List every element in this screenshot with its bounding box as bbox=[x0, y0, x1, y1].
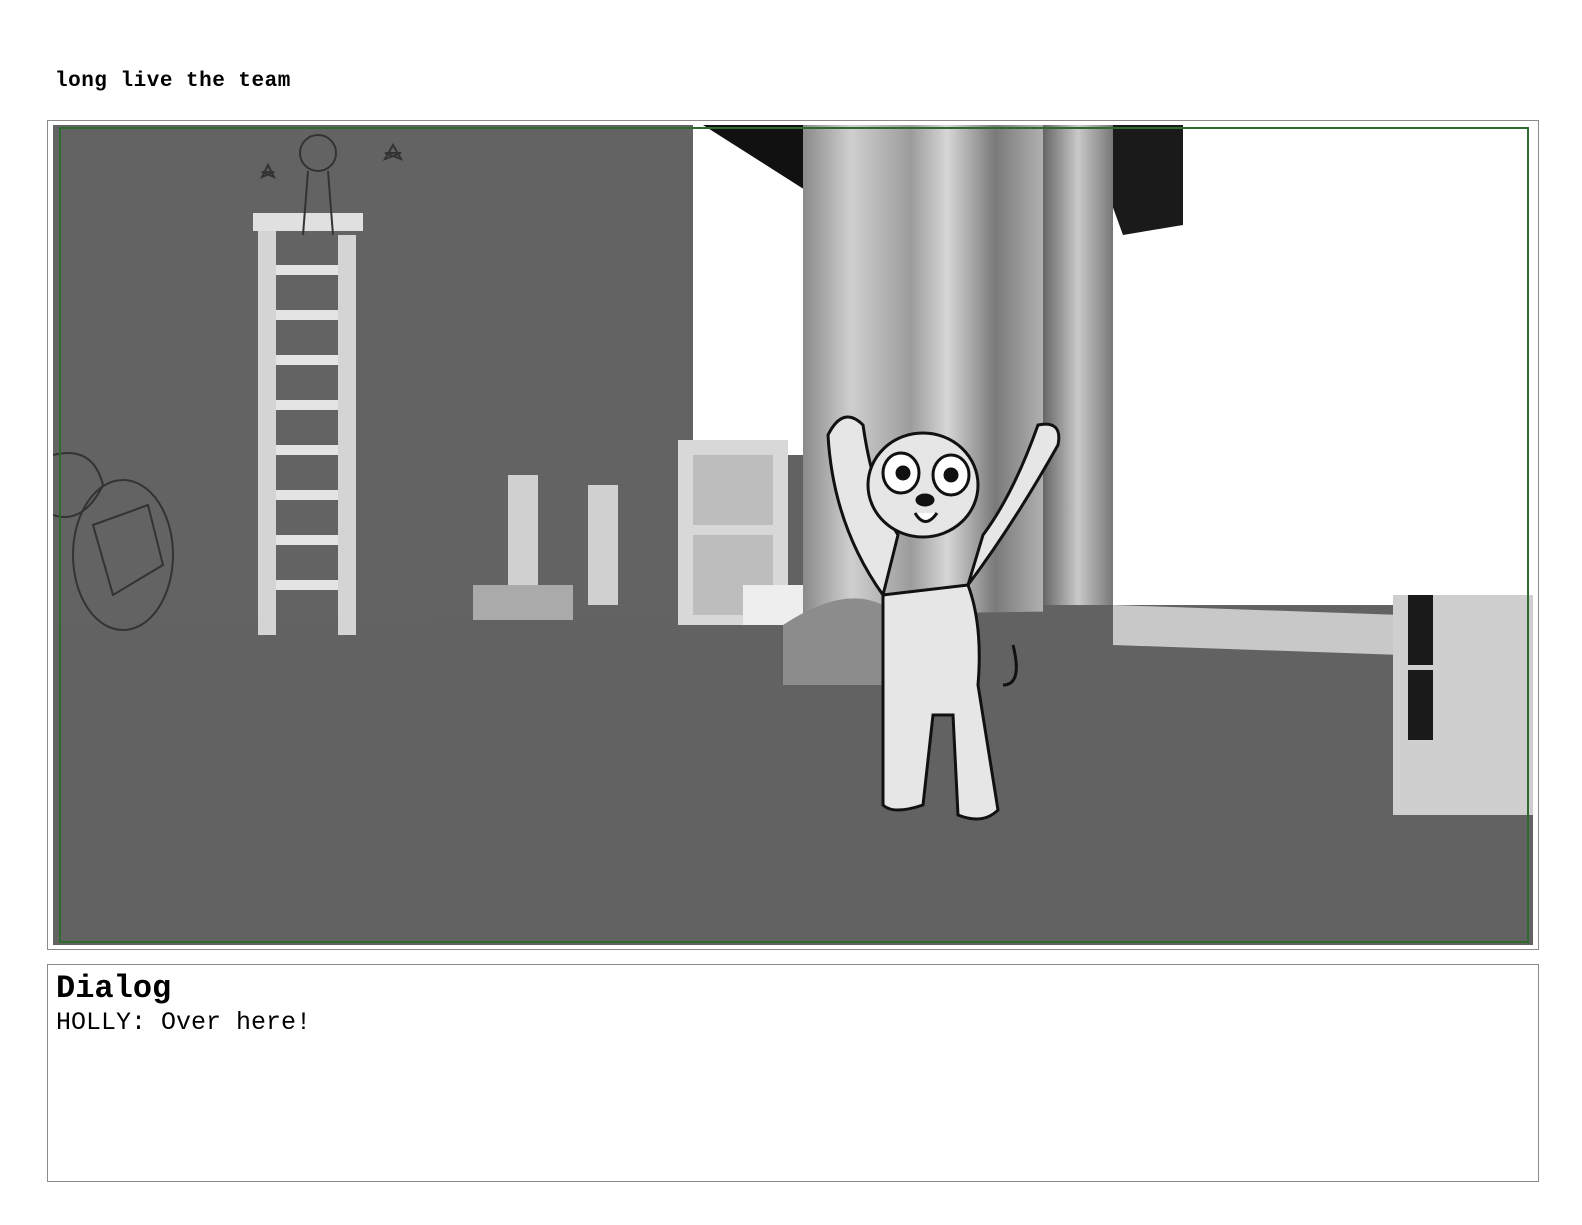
dialog-box: Dialog HOLLY: Over here! bbox=[47, 964, 1539, 1182]
storyboard-panel bbox=[47, 120, 1539, 950]
storyboard-sketch-image bbox=[53, 125, 1533, 945]
page-title: long live the team bbox=[55, 70, 291, 93]
dialog-heading: Dialog bbox=[56, 970, 172, 1007]
dialog-text: HOLLY: Over here! bbox=[56, 1008, 312, 1037]
